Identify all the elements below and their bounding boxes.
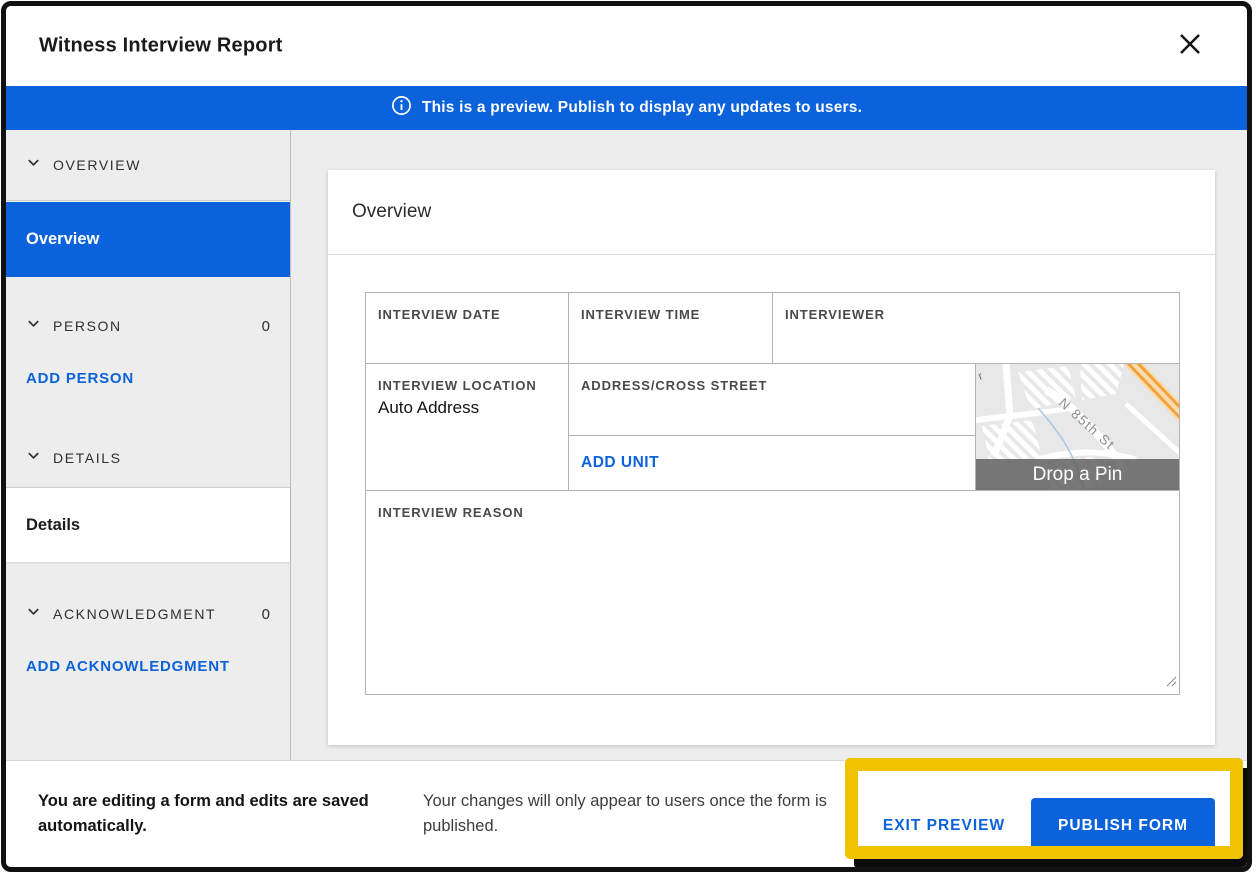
- preview-banner-text: This is a preview. Publish to display an…: [422, 99, 862, 117]
- sidebar-section-person[interactable]: PERSON 0: [6, 301, 290, 351]
- publish-form-button[interactable]: PUBLISH FORM: [1031, 798, 1215, 854]
- interview-date-field[interactable]: INTERVIEW DATE: [366, 293, 569, 363]
- add-unit-link[interactable]: ADD UNIT: [581, 454, 659, 472]
- interview-location-field[interactable]: INTERVIEW LOCATION Auto Address: [366, 364, 569, 490]
- sidebar-section-details[interactable]: DETAILS: [6, 433, 290, 483]
- address-column: ADDRESS/CROSS STREET ADD UNIT: [569, 364, 976, 490]
- info-icon: [391, 95, 412, 121]
- footer-bar: You are editing a form and edits are sav…: [6, 760, 1247, 867]
- sidebar-item-overview[interactable]: Overview: [6, 202, 290, 277]
- table-row: INTERVIEW DATE INTERVIEW TIME INTERVIEWE…: [366, 293, 1179, 364]
- field-label: INTERVIEW LOCATION: [378, 378, 556, 393]
- exit-preview-button[interactable]: EXIT PREVIEW: [864, 798, 1024, 854]
- content-area: OVERVIEW Overview PERSON 0 ADD PERSON: [6, 130, 1247, 760]
- close-button[interactable]: [1173, 29, 1207, 63]
- add-unit-row: ADD UNIT: [569, 436, 975, 490]
- resize-handle-icon[interactable]: [1165, 674, 1177, 692]
- table-row: INTERVIEW LOCATION Auto Address ADDRESS/…: [366, 364, 1179, 491]
- add-acknowledgment-link[interactable]: ADD ACKNOWLEDGMENT: [26, 646, 230, 686]
- sidebar-section-overview[interactable]: OVERVIEW: [6, 130, 290, 201]
- overview-card: Overview INTERVIEW DATE INTERVIEW TIME I…: [328, 170, 1215, 745]
- modal-window: Witness Interview Report This is: [1, 1, 1252, 872]
- field-label: INTERVIEW TIME: [581, 307, 760, 322]
- field-label: ADDRESS/CROSS STREET: [581, 378, 963, 393]
- sidebar-item-label: Details: [26, 516, 80, 535]
- screenshot-stage: Witness Interview Report This is: [0, 0, 1257, 883]
- sidebar-section-label: PERSON: [53, 318, 122, 334]
- sidebar-item-label: Overview: [26, 230, 99, 249]
- sidebar: OVERVIEW Overview PERSON 0 ADD PERSON: [6, 130, 291, 760]
- page-title: Witness Interview Report: [39, 35, 283, 58]
- interview-time-field[interactable]: INTERVIEW TIME: [569, 293, 773, 363]
- address-cross-street-field[interactable]: ADDRESS/CROSS STREET: [569, 364, 975, 436]
- sidebar-section-label: DETAILS: [53, 450, 122, 466]
- field-label: INTERVIEWER: [785, 307, 1167, 322]
- overview-form-table: INTERVIEW DATE INTERVIEW TIME INTERVIEWE…: [365, 292, 1180, 695]
- field-label: INTERVIEW REASON: [378, 505, 1167, 520]
- table-row: INTERVIEW REASON: [366, 491, 1179, 694]
- publish-note: Your changes will only appear to users o…: [423, 789, 848, 839]
- sidebar-section-acknowledgment[interactable]: ACKNOWLEDGMENT 0: [6, 589, 290, 639]
- modal-header: Witness Interview Report: [6, 6, 1247, 86]
- interviewer-field[interactable]: INTERVIEWER: [773, 293, 1179, 363]
- card-title-row: Overview: [328, 170, 1215, 255]
- chevron-down-icon: [26, 448, 41, 468]
- preview-banner: This is a preview. Publish to display an…: [6, 86, 1247, 130]
- sidebar-section-label: ACKNOWLEDGMENT: [53, 606, 216, 622]
- interview-reason-field[interactable]: INTERVIEW REASON: [366, 491, 1179, 694]
- chevron-down-icon: [26, 316, 41, 336]
- interview-location-value: Auto Address: [378, 398, 556, 418]
- chevron-down-icon: [26, 604, 41, 624]
- person-count-badge: 0: [262, 318, 270, 335]
- close-icon: [1176, 30, 1204, 63]
- sidebar-item-details[interactable]: Details: [6, 487, 290, 562]
- acknowledgment-count-badge: 0: [262, 606, 270, 623]
- field-label: INTERVIEW DATE: [378, 307, 556, 322]
- card-title: Overview: [352, 201, 431, 223]
- autosave-message: You are editing a form and edits are sav…: [38, 789, 398, 839]
- add-person-link[interactable]: ADD PERSON: [26, 358, 134, 398]
- drop-a-pin-button[interactable]: Drop a Pin: [976, 459, 1179, 490]
- map-widget[interactable]: r N 85th St Drop a Pin: [976, 364, 1179, 490]
- chevron-down-icon: [26, 155, 41, 175]
- sidebar-section-label: OVERVIEW: [53, 157, 141, 173]
- drop-a-pin-label: Drop a Pin: [1033, 464, 1123, 486]
